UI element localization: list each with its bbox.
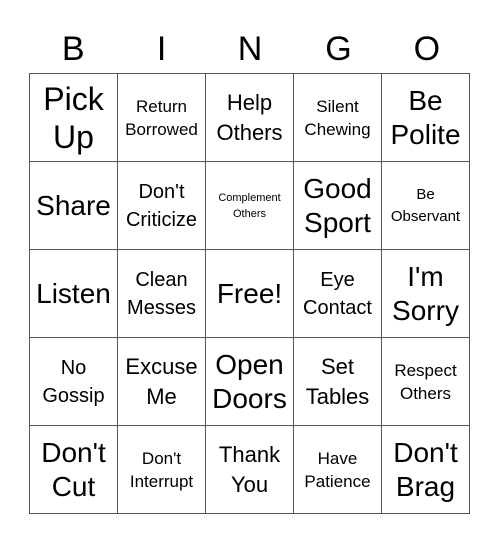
header-letter-o: O bbox=[413, 30, 441, 68]
bingo-cell[interactable]: Set Tables bbox=[294, 338, 382, 426]
bingo-cell-label: Share bbox=[36, 189, 111, 221]
bingo-cell[interactable]: Silent Chewing bbox=[294, 74, 382, 162]
bingo-cell[interactable]: Have Patience bbox=[294, 426, 382, 514]
bingo-cell-label: No Gossip bbox=[42, 356, 105, 407]
bingo-cell-label: Don't Interrupt bbox=[129, 448, 194, 491]
bingo-cell[interactable]: Don't Cut bbox=[30, 426, 118, 514]
bingo-cell[interactable]: Open Doors bbox=[206, 338, 294, 426]
bingo-cell[interactable]: Clean Messes bbox=[118, 250, 206, 338]
bingo-cell[interactable]: Don't Interrupt bbox=[118, 426, 206, 514]
bingo-cell[interactable]: Pick Up bbox=[30, 74, 118, 162]
bingo-cell[interactable]: Be Observant bbox=[382, 162, 470, 250]
bingo-cell-label: Free! bbox=[216, 277, 283, 309]
bingo-cell[interactable]: I'm Sorry bbox=[382, 250, 470, 338]
header-letter-i: I bbox=[156, 30, 167, 68]
bingo-cell[interactable]: Share bbox=[30, 162, 118, 250]
bingo-cell[interactable]: No Gossip bbox=[30, 338, 118, 426]
bingo-cell[interactable]: Help Others bbox=[206, 74, 294, 162]
bingo-cell-label: Be Polite bbox=[390, 84, 461, 150]
bingo-cell-label: Be Observant bbox=[390, 185, 461, 225]
bingo-cell-label: Have Patience bbox=[304, 448, 371, 491]
bingo-cell-label: Clean Messes bbox=[127, 268, 196, 319]
bingo-cell-free[interactable]: Free! bbox=[206, 250, 294, 338]
bingo-cell-label: Help Others bbox=[216, 89, 283, 145]
bingo-cell-label: Set Tables bbox=[305, 353, 370, 409]
bingo-cell[interactable]: Listen bbox=[30, 250, 118, 338]
bingo-cell-label: Don't Criticize bbox=[125, 180, 198, 231]
header-letter-b: B bbox=[61, 30, 85, 68]
bingo-cell[interactable]: Excuse Me bbox=[118, 338, 206, 426]
bingo-cell-label: Excuse Me bbox=[125, 353, 198, 409]
header-letter-g: G bbox=[325, 30, 352, 68]
bingo-cell-label: Pick Up bbox=[43, 80, 104, 155]
bingo-cell-label: Complement Others bbox=[218, 191, 281, 220]
bingo-cell-label: Open Doors bbox=[212, 348, 287, 414]
bingo-cell-label: Thank You bbox=[218, 441, 281, 497]
bingo-cell-label: Return Borrowed bbox=[125, 96, 198, 139]
bingo-cell[interactable]: Don't Criticize bbox=[118, 162, 206, 250]
bingo-cell-label: Listen bbox=[36, 277, 111, 309]
bingo-cell[interactable]: Be Polite bbox=[382, 74, 470, 162]
bingo-cell[interactable]: Return Borrowed bbox=[118, 74, 206, 162]
bingo-cell-label: Good Sport bbox=[303, 172, 372, 238]
bingo-cell-label: Don't Brag bbox=[393, 436, 458, 502]
header-letter-n: N bbox=[237, 30, 263, 68]
bingo-cell[interactable]: Complement Others bbox=[206, 162, 294, 250]
bingo-cell-label: Respect Others bbox=[394, 360, 457, 403]
bingo-cell[interactable]: Don't Brag bbox=[382, 426, 470, 514]
bingo-cell-label: I'm Sorry bbox=[392, 260, 459, 326]
bingo-header: B I N G O bbox=[29, 26, 471, 72]
bingo-cell[interactable]: Eye Contact bbox=[294, 250, 382, 338]
bingo-cell[interactable]: Thank You bbox=[206, 426, 294, 514]
bingo-card-grid: Pick Up Return Borrowed Help Others Silent … bbox=[29, 73, 470, 514]
bingo-cell-label: Don't Cut bbox=[41, 436, 106, 502]
bingo-cell-label: Eye Contact bbox=[303, 268, 372, 319]
bingo-cell[interactable]: Respect Others bbox=[382, 338, 470, 426]
bingo-cell-label: Silent Chewing bbox=[304, 96, 371, 139]
bingo-cell[interactable]: Good Sport bbox=[294, 162, 382, 250]
